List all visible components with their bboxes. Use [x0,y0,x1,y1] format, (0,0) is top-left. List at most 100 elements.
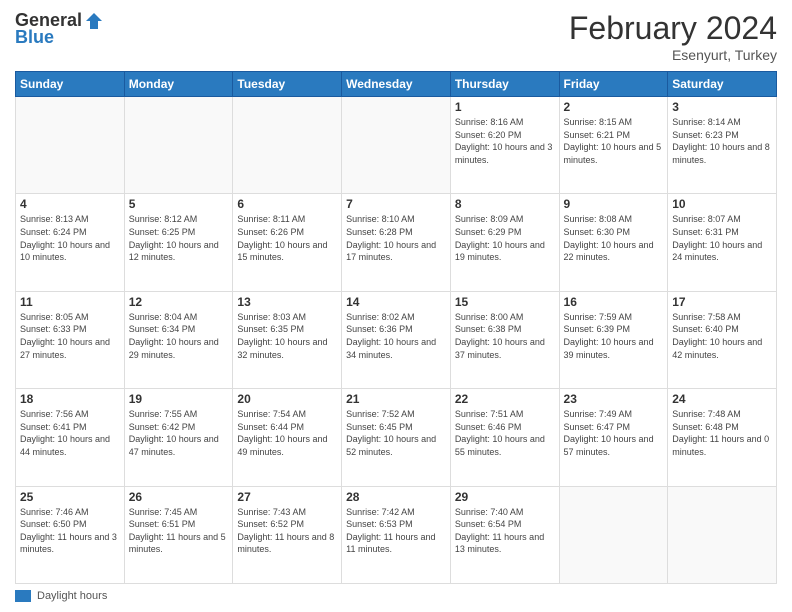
calendar-cell: 7Sunrise: 8:10 AM Sunset: 6:28 PM Daylig… [342,194,451,291]
calendar-cell: 16 Sunrise: 7:59 AM Sunset: 6:39 PM Dayli… [559,291,668,388]
calendar-cell: 14 Sunrise: 8:02 AM Sunset: 6:36 PM Dayli… [342,291,451,388]
day-info: Sunrise: 8:13 AM Sunset: 6:24 PM Dayligh… [20,213,120,263]
weekday-header: Monday [124,72,233,97]
weekday-header-row: SundayMondayTuesdayWednesdayThursdayFrid… [16,72,777,97]
day-number: 24 [672,392,772,406]
title-area: February 2024 Esenyurt, Turkey [569,10,777,63]
day-info: Sunrise: 7:45 AM Sunset: 6:51 PM Dayligh… [129,506,229,556]
calendar-cell: 28 Sunrise: 7:42 AM Sunset: 6:53 PM Dayli… [342,486,451,583]
day-number: 17 [672,295,772,309]
logo-icon [84,11,104,31]
day-number: 23 [564,392,664,406]
day-info: Sunrise: 7:40 AM Sunset: 6:54 PM Dayligh… [455,506,555,556]
calendar-row: 25 Sunrise: 7:46 AM Sunset: 6:50 PM Dayli… [16,486,777,583]
calendar-cell: 6Sunrise: 8:11 AM Sunset: 6:26 PM Daylig… [233,194,342,291]
weekday-header: Tuesday [233,72,342,97]
calendar-cell: 9 Sunrise: 8:08 AM Sunset: 6:30 PM Daylig… [559,194,668,291]
day-number: 26 [129,490,229,504]
day-info: Sunrise: 8:04 AM Sunset: 6:34 PM Dayligh… [129,311,229,361]
calendar-cell: 27 Sunrise: 7:43 AM Sunset: 6:52 PM Dayli… [233,486,342,583]
calendar-cell: 22 Sunrise: 7:51 AM Sunset: 6:46 PM Dayli… [450,389,559,486]
day-info: Sunrise: 7:42 AM Sunset: 6:53 PM Dayligh… [346,506,446,556]
day-info: Sunrise: 8:16 AM Sunset: 6:20 PM Dayligh… [455,116,555,166]
calendar-cell [668,486,777,583]
legend-label: Daylight hours [37,590,107,602]
day-info: Sunrise: 7:51 AM Sunset: 6:46 PM Dayligh… [455,408,555,458]
calendar-cell: 10 Sunrise: 8:07 AM Sunset: 6:31 PM Dayli… [668,194,777,291]
day-info: Sunrise: 7:56 AM Sunset: 6:41 PM Dayligh… [20,408,120,458]
day-number: 6 [237,197,337,211]
day-number: 18 [20,392,120,406]
day-info: Sunrise: 8:14 AM Sunset: 6:23 PM Dayligh… [672,116,772,166]
day-number: 28 [346,490,446,504]
day-info: Sunrise: 7:54 AM Sunset: 6:44 PM Dayligh… [237,408,337,458]
day-info: Sunrise: 8:00 AM Sunset: 6:38 PM Dayligh… [455,311,555,361]
calendar-row: 18 Sunrise: 7:56 AM Sunset: 6:41 PM Dayli… [16,389,777,486]
day-number: 3 [672,100,772,114]
day-number: 12 [129,295,229,309]
day-info: Sunrise: 7:49 AM Sunset: 6:47 PM Dayligh… [564,408,664,458]
location: Esenyurt, Turkey [569,47,777,63]
day-info: Sunrise: 8:07 AM Sunset: 6:31 PM Dayligh… [672,213,772,263]
month-title: February 2024 [569,10,777,47]
day-number: 20 [237,392,337,406]
calendar-cell: 12 Sunrise: 8:04 AM Sunset: 6:34 PM Dayli… [124,291,233,388]
day-number: 2 [564,100,664,114]
calendar-cell: 4Sunrise: 8:13 AM Sunset: 6:24 PM Daylig… [16,194,125,291]
calendar-cell [233,97,342,194]
calendar-cell: 1 Sunrise: 8:16 AM Sunset: 6:20 PM Daylig… [450,97,559,194]
day-info: Sunrise: 8:02 AM Sunset: 6:36 PM Dayligh… [346,311,446,361]
calendar-cell: 25 Sunrise: 7:46 AM Sunset: 6:50 PM Dayli… [16,486,125,583]
calendar-cell [559,486,668,583]
day-number: 15 [455,295,555,309]
weekday-header: Thursday [450,72,559,97]
weekday-header: Saturday [668,72,777,97]
page: General Blue February 2024 Esenyurt, Tur… [0,0,792,612]
day-number: 22 [455,392,555,406]
day-number: 21 [346,392,446,406]
calendar-cell: 26 Sunrise: 7:45 AM Sunset: 6:51 PM Dayli… [124,486,233,583]
calendar-cell: 5 Sunrise: 8:12 AM Sunset: 6:25 PM Daylig… [124,194,233,291]
day-info: Sunrise: 8:03 AM Sunset: 6:35 PM Dayligh… [237,311,337,361]
calendar-cell: 2 Sunrise: 8:15 AM Sunset: 6:21 PM Daylig… [559,97,668,194]
day-number: 14 [346,295,446,309]
day-info: Sunrise: 8:10 AM Sunset: 6:28 PM Dayligh… [346,213,446,263]
legend-color-box [15,590,31,602]
day-info: Sunrise: 8:08 AM Sunset: 6:30 PM Dayligh… [564,213,664,263]
day-number: 16 [564,295,664,309]
weekday-header: Wednesday [342,72,451,97]
calendar-cell: 20 Sunrise: 7:54 AM Sunset: 6:44 PM Dayli… [233,389,342,486]
day-number: 27 [237,490,337,504]
calendar-cell [16,97,125,194]
day-info: Sunrise: 7:46 AM Sunset: 6:50 PM Dayligh… [20,506,120,556]
calendar-cell: 29 Sunrise: 7:40 AM Sunset: 6:54 PM Dayli… [450,486,559,583]
calendar-row: 4Sunrise: 8:13 AM Sunset: 6:24 PM Daylig… [16,194,777,291]
day-number: 9 [564,197,664,211]
day-info: Sunrise: 7:55 AM Sunset: 6:42 PM Dayligh… [129,408,229,458]
calendar-cell: 15 Sunrise: 8:00 AM Sunset: 6:38 PM Dayli… [450,291,559,388]
footer: Daylight hours [15,590,777,602]
calendar-cell: 11 Sunrise: 8:05 AM Sunset: 6:33 PM Dayli… [16,291,125,388]
day-number: 10 [672,197,772,211]
day-number: 25 [20,490,120,504]
header: General Blue February 2024 Esenyurt, Tur… [15,10,777,63]
day-info: Sunrise: 7:59 AM Sunset: 6:39 PM Dayligh… [564,311,664,361]
calendar-cell: 8Sunrise: 8:09 AM Sunset: 6:29 PM Daylig… [450,194,559,291]
day-info: Sunrise: 8:15 AM Sunset: 6:21 PM Dayligh… [564,116,664,166]
day-number: 1 [455,100,555,114]
day-number: 29 [455,490,555,504]
day-info: Sunrise: 8:12 AM Sunset: 6:25 PM Dayligh… [129,213,229,263]
day-info: Sunrise: 7:52 AM Sunset: 6:45 PM Dayligh… [346,408,446,458]
day-number: 5 [129,197,229,211]
calendar-cell: 24Sunrise: 7:48 AM Sunset: 6:48 PM Dayli… [668,389,777,486]
day-number: 11 [20,295,120,309]
calendar-cell: 3 Sunrise: 8:14 AM Sunset: 6:23 PM Daylig… [668,97,777,194]
calendar-row: 11 Sunrise: 8:05 AM Sunset: 6:33 PM Dayli… [16,291,777,388]
calendar-cell: 21 Sunrise: 7:52 AM Sunset: 6:45 PM Dayli… [342,389,451,486]
day-info: Sunrise: 7:43 AM Sunset: 6:52 PM Dayligh… [237,506,337,556]
logo: General Blue [15,10,104,48]
day-info: Sunrise: 8:05 AM Sunset: 6:33 PM Dayligh… [20,311,120,361]
weekday-header: Friday [559,72,668,97]
day-number: 13 [237,295,337,309]
day-info: Sunrise: 8:09 AM Sunset: 6:29 PM Dayligh… [455,213,555,263]
